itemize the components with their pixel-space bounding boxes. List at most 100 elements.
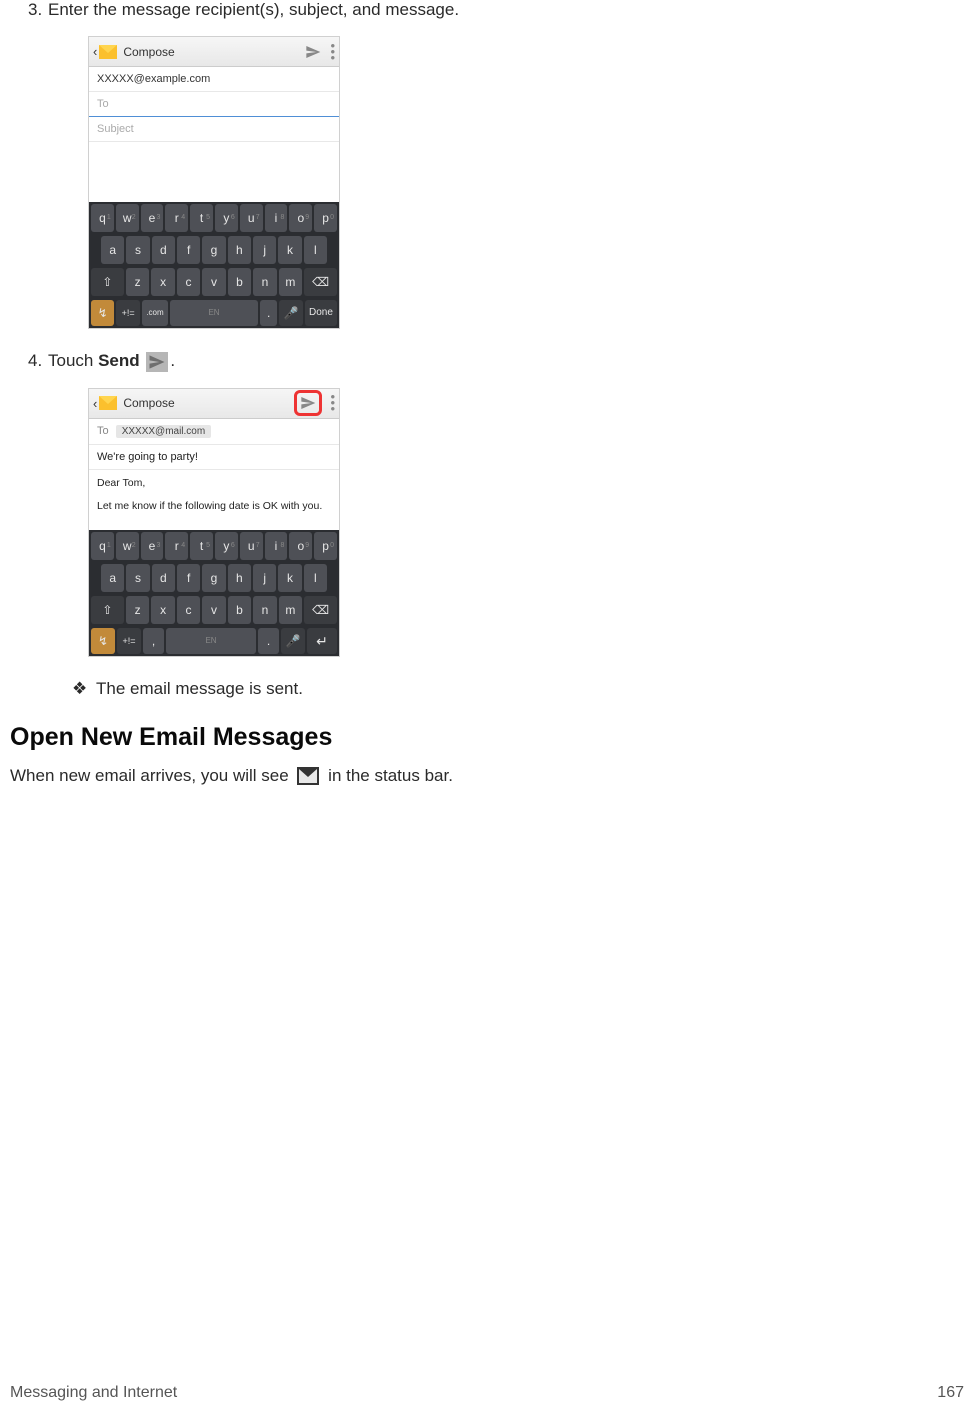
key-x: x [151, 596, 174, 624]
step-number: 4. [10, 351, 48, 372]
key-n: n [253, 596, 276, 624]
step-3: 3. Enter the message recipient(s), subje… [10, 0, 964, 20]
key-mic-icon: 🎤 [281, 628, 305, 654]
step-text: Enter the message recipient(s), subject,… [48, 0, 964, 20]
key-a: a [101, 564, 124, 592]
key-l: l [304, 236, 327, 264]
keyboard: q w e r t y u i o p a s d f g h [89, 530, 339, 656]
screenshot-compose-empty: ‹ Compose ••• XXXXX@example.com To Subje… [88, 36, 340, 329]
key-b: b [228, 596, 251, 624]
key-v: v [202, 268, 225, 296]
key-t: t [190, 532, 213, 560]
key-r: r [165, 204, 188, 232]
key-b: b [228, 268, 251, 296]
envelope-icon [99, 396, 117, 410]
step-4: 4. Touch Send . [10, 351, 964, 372]
key-o: o [289, 204, 312, 232]
key-i: i [265, 532, 288, 560]
key-backspace: ⌫ [304, 596, 337, 624]
key-v: v [202, 596, 225, 624]
footer-section: Messaging and Internet [10, 1384, 177, 1402]
key-q: q [91, 532, 114, 560]
send-icon [304, 43, 322, 61]
section-body-post: in the status bar. [323, 766, 452, 785]
key-y: y [215, 204, 238, 232]
key-dotcom: .com [142, 300, 168, 326]
step-text: Touch Send . [48, 351, 964, 372]
back-icon: ‹ [93, 396, 97, 411]
key-l: l [304, 564, 327, 592]
section-body: When new email arrives, you will see in … [10, 764, 964, 788]
step4-pre: Touch [48, 351, 98, 370]
page-number: 167 [937, 1384, 964, 1402]
keyboard: q w e r t y u i o p a s d f g h [89, 202, 339, 328]
key-y: y [215, 532, 238, 560]
step4-bold: Send [98, 351, 140, 370]
key-s: s [126, 236, 149, 264]
back-icon: ‹ [93, 44, 97, 59]
overflow-menu-icon: ••• [330, 43, 335, 61]
key-symbols: +!= [116, 300, 139, 326]
key-symbols: +!= [117, 628, 141, 654]
key-a: a [101, 236, 124, 264]
key-j: j [253, 236, 276, 264]
key-comma: , [143, 628, 164, 654]
key-u: u [240, 204, 263, 232]
body-text: Let me know if the following date is OK … [97, 499, 331, 515]
key-h: h [228, 236, 251, 264]
key-z: z [126, 596, 149, 624]
key-e: e [141, 204, 164, 232]
key-w: w [116, 204, 139, 232]
key-space: EN [166, 628, 256, 654]
key-s: s [126, 564, 149, 592]
page-footer: Messaging and Internet 167 [10, 1384, 964, 1402]
key-enter: ↵ [307, 628, 337, 654]
key-done: Done [305, 300, 337, 326]
key-backspace: ⌫ [304, 268, 337, 296]
screenshot-compose-filled: ‹ Compose ••• To XXXXX@mail.com We're go… [88, 388, 340, 657]
screen-title: Compose [123, 45, 174, 59]
key-h: h [228, 564, 251, 592]
send-icon [299, 394, 317, 412]
overflow-menu-icon: ••• [330, 394, 335, 412]
key-swype-icon: ↯ [91, 628, 115, 654]
to-label: To [97, 425, 109, 437]
key-u: u [240, 532, 263, 560]
key-k: k [278, 236, 301, 264]
result-text: The email message is sent. [96, 679, 303, 699]
subject-field: We're going to party! [89, 445, 339, 470]
subject-field: Subject [89, 117, 339, 142]
result-bullet-icon: ❖ [68, 679, 96, 699]
section-heading: Open New Email Messages [10, 723, 964, 752]
key-e: e [141, 532, 164, 560]
result-line: ❖ The email message is sent. [68, 679, 964, 699]
key-q: q [91, 204, 114, 232]
phone-actionbar: ‹ Compose ••• [89, 37, 339, 67]
key-d: d [152, 236, 175, 264]
key-x: x [151, 268, 174, 296]
section-body-pre: When new email arrives, you will see [10, 766, 293, 785]
phone-actionbar: ‹ Compose ••• [89, 389, 339, 419]
envelope-icon [99, 45, 117, 59]
key-f: f [177, 236, 200, 264]
key-t: t [190, 204, 213, 232]
key-shift: ⇧ [91, 596, 124, 624]
body-greeting: Dear Tom, [97, 476, 331, 492]
key-p: p [314, 532, 337, 560]
key-n: n [253, 268, 276, 296]
key-shift: ⇧ [91, 268, 124, 296]
to-field: To [89, 92, 339, 117]
key-m: m [279, 268, 302, 296]
send-highlight [294, 390, 322, 416]
key-period: . [260, 300, 278, 326]
key-swype-icon: ↯ [91, 300, 114, 326]
key-k: k [278, 564, 301, 592]
message-body: Dear Tom, Let me know if the following d… [89, 470, 339, 530]
key-c: c [177, 268, 200, 296]
key-mic-icon: 🎤 [279, 300, 302, 326]
key-i: i [265, 204, 288, 232]
key-space: EN [170, 300, 258, 326]
recipient-chip: XXXXX@mail.com [116, 425, 212, 438]
key-p: p [314, 204, 337, 232]
step-number: 3. [10, 0, 48, 20]
